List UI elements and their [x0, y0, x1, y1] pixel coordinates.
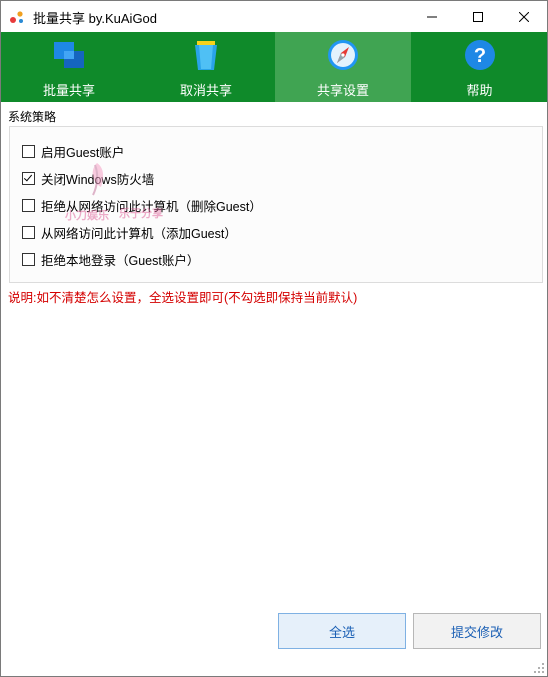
instruction-note: 说明:如不清楚怎么设置，全选设置即可(不勾选即保持当前默认) [8, 291, 358, 305]
app-icon [10, 11, 23, 23]
option-allow-network-access[interactable]: 从网络访问此计算机（添加Guest） [22, 223, 237, 241]
svg-text:?: ? [473, 45, 485, 67]
submit-changes-button[interactable]: 提交修改 [413, 613, 541, 649]
option-label: 从网络访问此计算机（添加Guest） [41, 226, 237, 241]
group-title: 系统策略 [8, 110, 57, 124]
resize-grip-icon[interactable] [534, 663, 544, 673]
option-deny-local-logon[interactable]: 拒绝本地登录（Guest账户） [22, 250, 199, 268]
minimize-icon [427, 16, 437, 17]
maximize-icon [473, 11, 483, 22]
maximize-button[interactable] [455, 1, 501, 32]
minimize-button[interactable] [409, 1, 455, 32]
watermark-text: 乐于分享 [119, 208, 163, 220]
toolbar-tabs: 批量共享 取消共享 共享设置 ? 帮助 [1, 32, 547, 102]
close-icon [519, 11, 529, 22]
title-bar: 批量共享 by.KuAiGod [1, 1, 547, 32]
checkbox[interactable] [22, 171, 35, 185]
option-label: 启用Guest账户 [41, 145, 125, 160]
compass-icon [328, 40, 358, 70]
checkbox[interactable] [22, 198, 35, 212]
tab-share-settings[interactable]: 共享设置 [275, 32, 411, 102]
tab-help[interactable]: ? 帮助 [412, 32, 547, 102]
checkbox[interactable] [22, 252, 35, 266]
option-enable-guest[interactable]: 启用Guest账户 [22, 142, 124, 160]
option-label: 拒绝本地登录（Guest账户） [41, 253, 200, 268]
checkbox[interactable] [22, 144, 35, 158]
close-button[interactable] [501, 1, 547, 32]
recycle-bin-icon [195, 41, 217, 70]
help-icon: ? [464, 40, 495, 70]
tab-batch-share[interactable]: 批量共享 [1, 32, 137, 102]
tab-label: 取消共享 [179, 83, 232, 98]
window-title: 批量共享 by.KuAiGod [33, 11, 158, 26]
windows-logo-icon [54, 42, 84, 68]
tab-cancel-share[interactable]: 取消共享 [138, 32, 274, 102]
tab-label: 共享设置 [316, 83, 369, 98]
watermark-logo: 小刀娱乐 乐于分享 [59, 161, 179, 222]
checkbox[interactable] [22, 225, 35, 239]
main-window: 批量共享 by.KuAiGod 批量共享 取消共享 共享设置 ? 帮助 系统策略… [0, 0, 548, 677]
tab-label: 帮助 [466, 83, 493, 98]
tab-label: 批量共享 [42, 83, 95, 98]
select-all-button[interactable]: 全选 [278, 613, 406, 649]
watermark-text: 小刀娱乐 [65, 210, 109, 222]
